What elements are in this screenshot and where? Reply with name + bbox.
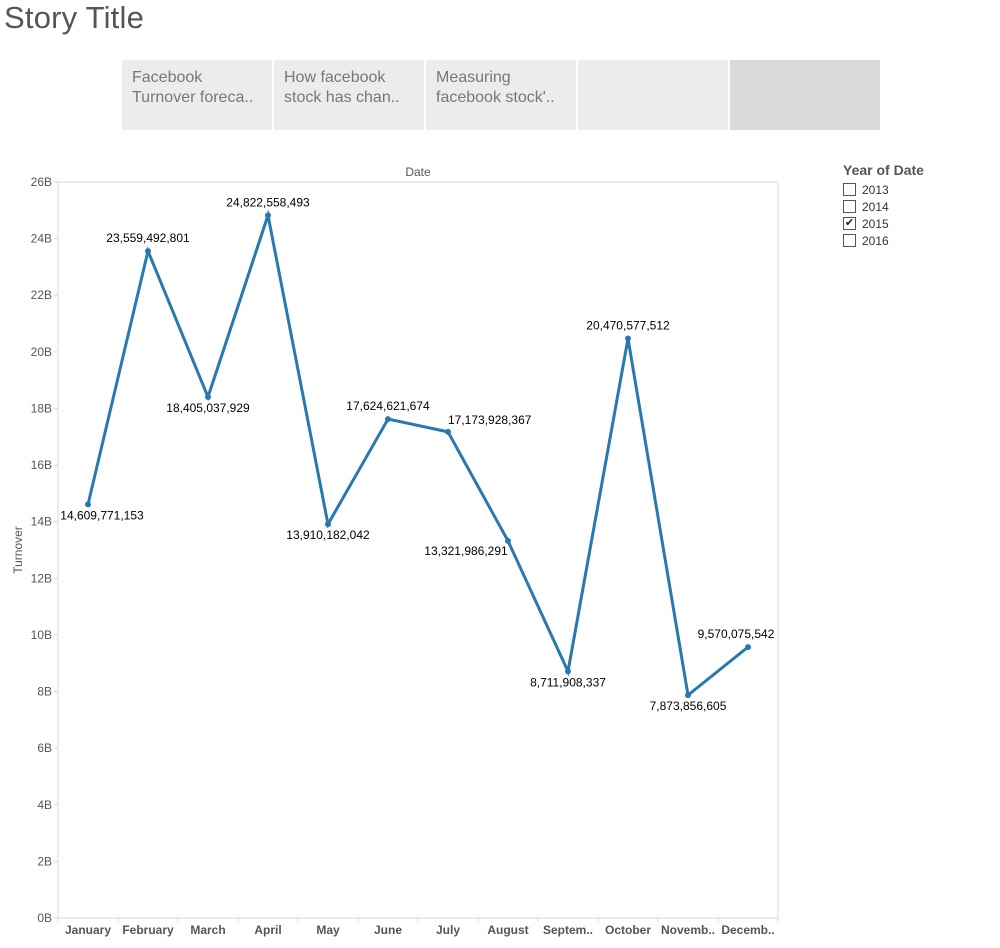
y-tick-label: 12B bbox=[31, 571, 52, 585]
y-tick-label: 20B bbox=[31, 345, 52, 359]
checkbox-2015[interactable]: ✔ bbox=[843, 217, 856, 230]
checkbox-2016[interactable] bbox=[843, 234, 856, 247]
data-label: 13,321,986,291 bbox=[424, 544, 508, 558]
y-tick-label: 14B bbox=[31, 515, 52, 529]
data-point bbox=[745, 644, 751, 651]
data-label: 8,711,908,337 bbox=[530, 675, 606, 689]
data-label: 17,173,928,367 bbox=[448, 413, 532, 427]
data-point bbox=[625, 335, 631, 342]
data-point bbox=[205, 393, 211, 400]
data-label: 18,405,037,929 bbox=[166, 401, 250, 415]
filter-item-2015[interactable]: ✔ 2015 bbox=[843, 215, 993, 232]
x-tick-label: July bbox=[436, 923, 460, 937]
x-tick-label: Decemb.. bbox=[721, 923, 774, 937]
x-tick-label: Septem.. bbox=[543, 923, 593, 937]
data-label: 24,822,558,493 bbox=[226, 195, 310, 209]
filter-label-2013: 2013 bbox=[862, 182, 889, 197]
data-label: 14,609,771,153 bbox=[60, 508, 144, 522]
filter-label-2015: 2015 bbox=[862, 216, 889, 231]
filter-label-2014: 2014 bbox=[862, 199, 889, 214]
filter-item-2016[interactable]: 2016 bbox=[843, 232, 993, 249]
y-tick-label: 4B bbox=[37, 798, 52, 812]
filter-item-2013[interactable]: 2013 bbox=[843, 181, 993, 198]
checkbox-2014[interactable] bbox=[843, 200, 856, 213]
y-tick-label: 8B bbox=[37, 685, 52, 699]
data-point bbox=[145, 248, 151, 255]
y-tick-label: 26B bbox=[31, 175, 52, 189]
data-label: 23,559,492,801 bbox=[106, 231, 190, 245]
chart-header: Date bbox=[405, 165, 431, 179]
y-tick-label: 24B bbox=[31, 232, 52, 246]
data-point bbox=[565, 668, 571, 675]
legend-title: Year of Date bbox=[843, 162, 924, 178]
filter-label-2016: 2016 bbox=[862, 233, 889, 248]
y-tick-label: 0B bbox=[37, 911, 52, 925]
data-point bbox=[265, 212, 271, 219]
data-label: 9,570,075,542 bbox=[698, 627, 775, 641]
x-tick-label: June bbox=[374, 923, 402, 937]
year-filter-legend: Year of Date 2013 2014 ✔ 2015 2016 bbox=[843, 162, 993, 249]
line-chart: Date Turnover 0B 2B 4B 6B 8B 10B 12B 14B 16B 18B 20B… bbox=[11, 165, 779, 937]
checkbox-2013[interactable] bbox=[843, 183, 856, 196]
y-tick-label: 18B bbox=[31, 401, 52, 415]
data-point bbox=[385, 416, 391, 423]
x-tick-label: February bbox=[122, 923, 174, 937]
data-label: 13,910,182,042 bbox=[286, 528, 370, 542]
y-tick-label: 22B bbox=[31, 288, 52, 302]
y-tick-label: 6B bbox=[37, 741, 52, 755]
x-tick-label: May bbox=[316, 923, 340, 937]
data-label: 17,624,621,674 bbox=[346, 399, 430, 413]
x-tick-label: January bbox=[65, 923, 111, 937]
x-tick-label: August bbox=[487, 923, 528, 937]
series-line bbox=[86, 209, 749, 698]
y-axis-label: Turnover bbox=[11, 526, 25, 574]
x-tick-label: October bbox=[605, 923, 651, 937]
y-tick-label: 10B bbox=[31, 628, 52, 642]
data-label: 7,873,856,605 bbox=[650, 699, 727, 713]
data-point bbox=[685, 692, 691, 699]
data-point bbox=[325, 521, 331, 528]
y-tick-label: 2B bbox=[37, 854, 52, 868]
data-point bbox=[85, 501, 91, 508]
y-tick-label: 16B bbox=[31, 458, 52, 472]
filter-item-2014[interactable]: 2014 bbox=[843, 198, 993, 215]
data-point bbox=[445, 428, 451, 435]
data-label: 20,470,577,512 bbox=[586, 319, 670, 333]
x-tick-label: Novemb.. bbox=[661, 923, 715, 937]
x-tick-label: April bbox=[254, 923, 281, 937]
x-tick-label: March bbox=[190, 923, 225, 937]
